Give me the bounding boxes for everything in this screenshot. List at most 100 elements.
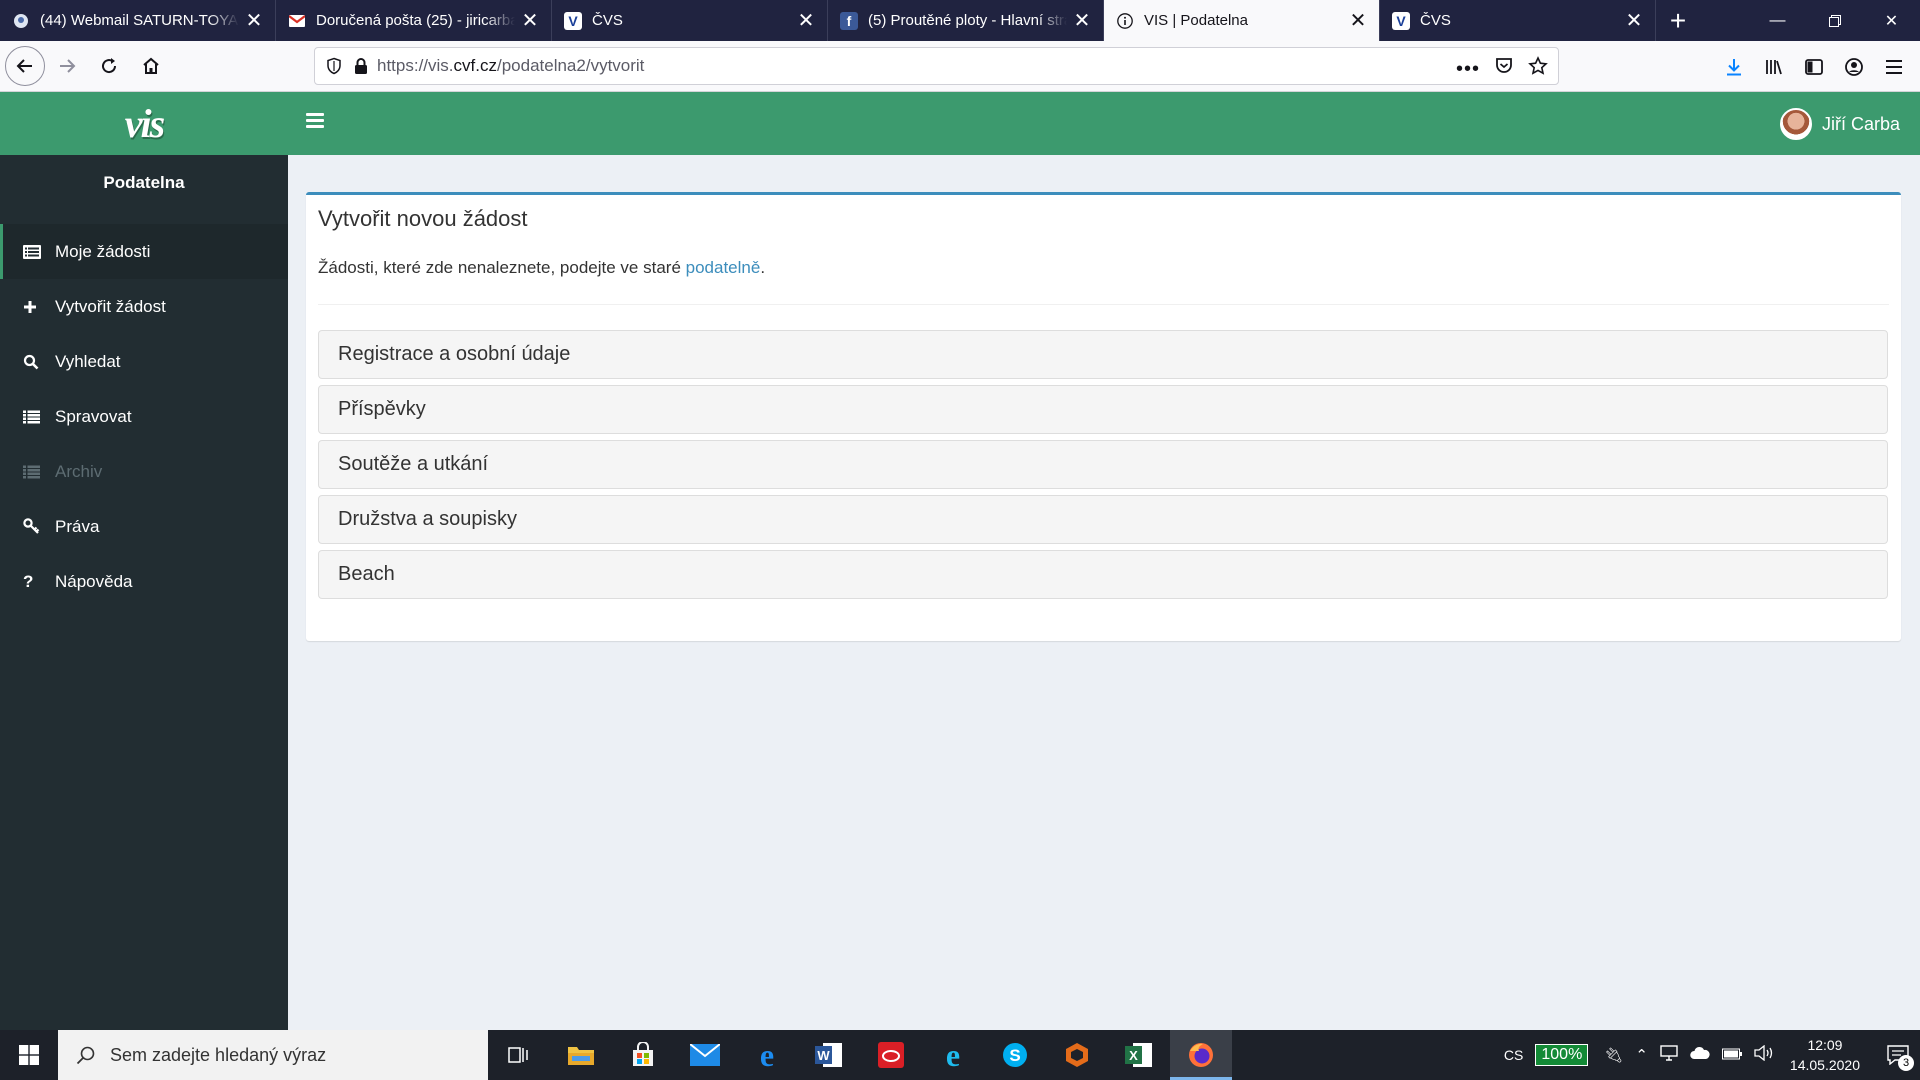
sidebar-item-napoveda[interactable]: ? Nápověda: [0, 554, 288, 609]
user-menu[interactable]: Jiří Carba: [1779, 108, 1900, 140]
close-tab-icon[interactable]: ✕: [521, 11, 539, 31]
url-actions: •••: [1456, 56, 1548, 81]
notification-center-icon[interactable]: 3: [1876, 1030, 1920, 1080]
info-text-suffix: .: [760, 258, 766, 277]
sidebar-item-spravovat[interactable]: Spravovat: [0, 389, 288, 444]
system-tray: CS 100% 🔌︎ ⌃ 12:09 14.05.2020 3: [1504, 1030, 1920, 1080]
task-view-icon[interactable]: [488, 1030, 550, 1080]
close-tab-icon[interactable]: ✕: [1073, 11, 1091, 31]
browser-tab-active[interactable]: VIS | Podatelna ✕: [1104, 0, 1380, 41]
info-icon: [1116, 12, 1134, 30]
menu-icon[interactable]: [1874, 47, 1914, 87]
shield-icon[interactable]: [325, 57, 343, 75]
firefox-icon[interactable]: [1170, 1030, 1232, 1080]
sidebar-item-vytvorit-zadost[interactable]: Vytvořit žádost: [0, 279, 288, 334]
volume-icon[interactable]: [1754, 1044, 1774, 1065]
hamburger-menu-icon[interactable]: [306, 113, 324, 129]
battery-level-badge[interactable]: 100%: [1535, 1044, 1589, 1066]
minimize-icon[interactable]: —: [1749, 0, 1806, 41]
old-filing-office-link[interactable]: podatelně: [686, 258, 761, 277]
url-bar[interactable]: https://vis.cvf.cz/podatelna2/vytvorit •…: [314, 47, 1559, 85]
sidebar-item-label: Vyhledat: [55, 351, 121, 371]
internet-explorer-icon[interactable]: e: [922, 1030, 984, 1080]
star-icon[interactable]: [1528, 56, 1548, 81]
sidebar-toggle-icon[interactable]: [1794, 47, 1834, 87]
user-name: Jiří Carba: [1821, 113, 1900, 134]
network-icon[interactable]: [1660, 1045, 1678, 1065]
taskbar-search[interactable]: Sem zadejte hledaný výraz: [58, 1030, 488, 1080]
browser-tab[interactable]: V ČVS ✕: [552, 0, 828, 41]
windows-icon: [19, 1045, 39, 1065]
skype-icon[interactable]: S: [984, 1030, 1046, 1080]
power-plug-icon[interactable]: 🔌︎: [1604, 1046, 1623, 1064]
back-button[interactable]: [5, 46, 45, 86]
lock-icon[interactable]: [353, 57, 369, 75]
clock[interactable]: 12:09 14.05.2020: [1790, 1035, 1860, 1075]
onedrive-icon[interactable]: [1690, 1046, 1710, 1064]
search-icon: [23, 353, 47, 371]
browser-tab[interactable]: (44) Webmail SATURN-TOYA s ✕: [0, 0, 276, 41]
account-icon[interactable]: [1834, 47, 1874, 87]
sidebar-item-label: Spravovat: [55, 406, 132, 426]
close-tab-icon[interactable]: ✕: [1625, 11, 1643, 31]
sidebar-item-vyhledat[interactable]: Vyhledat: [0, 334, 288, 389]
sidebar: vis Podatelna Moje žádosti Vytvořit žádo…: [0, 92, 288, 1030]
category-registrace[interactable]: Registrace a osobní údaje: [318, 330, 1888, 379]
restore-icon[interactable]: [1806, 0, 1863, 41]
tab-title: (5) Proutěné ploty - Hlavní strá: [868, 12, 1067, 29]
svg-text:W: W: [817, 1048, 830, 1063]
arrow-right-icon: [60, 59, 76, 73]
windows-start-button[interactable]: [0, 1030, 58, 1080]
category-druzstva[interactable]: Družstva a soupisky: [318, 495, 1888, 544]
category-beach[interactable]: Beach: [318, 550, 1888, 599]
home-icon: [143, 57, 159, 74]
creative-cloud-icon[interactable]: [860, 1030, 922, 1080]
browser-tab[interactable]: f (5) Proutěné ploty - Hlavní strá ✕: [828, 0, 1104, 41]
category-prispevky[interactable]: Příspěvky: [318, 385, 1888, 434]
app-header: Jiří Carba: [288, 92, 1920, 155]
tab-title: ČVS: [1420, 12, 1451, 29]
sidebar-item-archiv: Archiv: [0, 444, 288, 499]
more-icon[interactable]: •••: [1456, 59, 1480, 79]
tab-title: VIS | Podatelna: [1144, 12, 1248, 29]
browser-tab[interactable]: V ČVS ✕: [1380, 0, 1656, 41]
avatar: [1779, 108, 1812, 140]
battery-icon[interactable]: [1721, 1047, 1742, 1064]
sidebar-item-label: Moje žádosti: [55, 241, 151, 261]
sidebar-item-moje-zadosti[interactable]: Moje žádosti: [0, 224, 288, 279]
close-tab-icon[interactable]: ✕: [797, 11, 815, 31]
window-controls: — ✕: [1749, 0, 1920, 41]
logo-area[interactable]: vis: [0, 92, 288, 155]
forward-button[interactable]: [47, 46, 87, 86]
file-explorer-icon[interactable]: [550, 1030, 612, 1080]
windows-taskbar: Sem zadejte hledaný výraz e W e S X CS 1…: [0, 1030, 1920, 1080]
search-icon: [76, 1046, 95, 1065]
question-icon: ?: [23, 571, 34, 591]
pocket-icon[interactable]: [1494, 56, 1514, 81]
excel-icon[interactable]: X: [1108, 1030, 1170, 1080]
sidebar-item-label: Práva: [55, 516, 100, 536]
browser-tab[interactable]: Doručená pošta (25) - jiricarba ✕: [276, 0, 552, 41]
gmail-icon: [288, 12, 306, 30]
sidebar-item-prava[interactable]: Práva: [0, 499, 288, 554]
url-text: https://vis.cvf.cz/podatelna2/vytvorit: [377, 56, 645, 75]
sidebar-title: Podatelna: [103, 173, 185, 192]
store-icon[interactable]: [612, 1030, 674, 1080]
mail-icon[interactable]: [674, 1030, 736, 1080]
new-tab-button[interactable]: +: [1656, 0, 1700, 41]
close-tab-icon[interactable]: ✕: [1349, 11, 1367, 31]
home-button[interactable]: [131, 46, 171, 86]
close-window-icon[interactable]: ✕: [1863, 0, 1920, 41]
key-icon: [23, 518, 47, 536]
language-indicator[interactable]: CS: [1504, 1047, 1523, 1063]
download-icon[interactable]: [1714, 47, 1754, 87]
chevron-up-icon[interactable]: ⌃: [1635, 1046, 1648, 1064]
edge-icon[interactable]: e: [736, 1030, 798, 1080]
library-icon[interactable]: [1754, 47, 1794, 87]
word-icon[interactable]: W: [798, 1030, 860, 1080]
create-request-box: Vytvořit novou žádost Žádosti, které zde…: [306, 192, 1901, 641]
reload-button[interactable]: [89, 46, 129, 86]
close-tab-icon[interactable]: ✕: [245, 11, 263, 31]
office-app-icon[interactable]: [1046, 1030, 1108, 1080]
category-souteze[interactable]: Soutěže a utkání: [318, 440, 1888, 489]
